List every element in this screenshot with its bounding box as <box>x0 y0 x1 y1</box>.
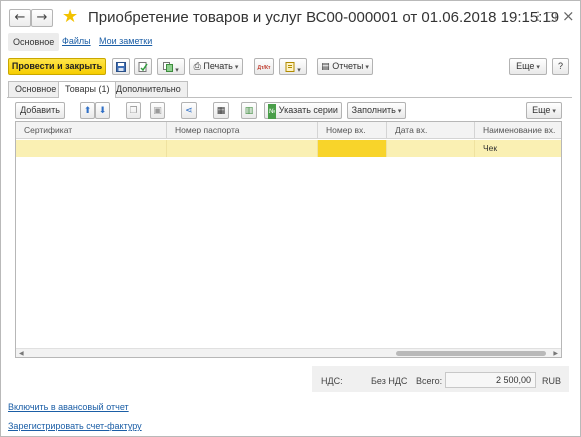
table-more-label: Еще <box>532 105 551 115</box>
back-button[interactable]: ← <box>9 9 31 27</box>
total-amount-field: 2 500,00 <box>445 372 536 388</box>
post-document-icon <box>138 62 148 72</box>
table-cell[interactable] <box>167 140 318 157</box>
save-icon <box>116 62 126 72</box>
section-notes-link[interactable]: Мои заметки <box>99 36 152 46</box>
move-up-button[interactable]: ⬆ <box>80 102 95 119</box>
table-cell[interactable]: Чек <box>475 140 561 157</box>
reports-button[interactable]: ▤ Отчеты ▾ <box>317 58 373 75</box>
document-window: ← → ★ Приобретение товаров и услуг ВС00-… <box>0 0 581 437</box>
copy-row-button[interactable]: ❐ <box>126 102 141 119</box>
page-title: Приобретение товаров и услуг ВС00-000001… <box>88 9 560 26</box>
scrollbar-thumb[interactable] <box>396 351 546 356</box>
chevron-down-icon: ▾ <box>536 63 540 71</box>
more-label: Еще <box>516 61 535 71</box>
column-header-incoming-number[interactable]: Номер вх. <box>318 122 387 139</box>
chevron-down-icon: ▾ <box>552 107 556 115</box>
chevron-down-icon: ▾ <box>175 66 179 74</box>
pick-from-list-button[interactable]: ▦ <box>213 102 229 119</box>
create-based-icon <box>163 62 174 72</box>
chevron-down-icon: ▾ <box>365 63 369 71</box>
column-header-passport[interactable]: Номер паспорта <box>167 122 318 139</box>
table-header: Сертификат Номер паспорта Номер вх. Дата… <box>16 122 561 139</box>
section-files-link[interactable]: Файлы <box>62 36 91 46</box>
include-in-advance-report-link[interactable]: Включить в авансовый отчет <box>8 402 129 412</box>
scroll-left-icon[interactable]: ◀ <box>19 349 24 357</box>
print-label: Печать <box>203 61 233 71</box>
register-invoice-link[interactable]: Зарегистрировать счет-фактуру <box>8 421 142 431</box>
post-and-close-button[interactable]: Провести и закрыть <box>8 58 106 75</box>
specify-series-button[interactable]: № Указать серии <box>264 102 342 119</box>
close-icon[interactable]: × <box>562 7 575 25</box>
create-based-on-button[interactable]: ▾ <box>157 58 185 75</box>
add-row-button[interactable]: Добавить <box>15 102 65 119</box>
selection-icon: ▦ <box>216 106 226 116</box>
arrow-right-icon: → <box>36 10 48 25</box>
debit-credit-button[interactable]: Дт/Кт <box>254 58 274 75</box>
fill-label: Заполнить <box>351 105 396 115</box>
arrow-left-icon: ← <box>14 10 26 25</box>
attachment-icon <box>285 62 295 72</box>
favorite-star-icon[interactable]: ★ <box>62 6 78 27</box>
more-button[interactable]: Еще ▾ <box>509 58 547 75</box>
fill-button[interactable]: Заполнить ▾ <box>347 102 406 119</box>
report-icon: ▤ <box>321 62 330 72</box>
table-cell[interactable] <box>387 140 475 157</box>
more-actions-icon[interactable]: ⋮ <box>532 9 544 23</box>
column-header-incoming-name[interactable]: Наименование вх. <box>475 122 561 139</box>
vat-label: НДС: <box>321 376 343 386</box>
post-button[interactable] <box>134 58 152 75</box>
help-button[interactable]: ? <box>552 58 569 75</box>
tab-goods[interactable]: Товары (1) <box>58 81 117 98</box>
printer-icon: ⎙ <box>193 62 201 72</box>
save-button[interactable] <box>112 58 130 75</box>
table-more-button[interactable]: Еще ▾ <box>526 102 562 119</box>
series-icon: № <box>268 104 277 119</box>
arrow-down-icon: ⬇ <box>98 106 107 116</box>
vat-value: Без НДС <box>371 376 408 386</box>
chevron-down-icon: ▾ <box>234 63 239 71</box>
scroll-right-icon[interactable]: ▶ <box>553 349 558 357</box>
paste-icon: ▣ <box>153 106 162 116</box>
currency-label: RUB <box>542 376 562 386</box>
chevron-down-icon: ▾ <box>397 107 402 115</box>
specify-series-label: Указать серии <box>278 105 338 115</box>
debit-credit-icon: Дт/Кт <box>257 65 271 71</box>
table-row[interactable]: Чек <box>16 140 561 157</box>
share-button[interactable]: ⋖ <box>181 102 197 119</box>
attach-file-button[interactable]: ▾ <box>279 58 307 75</box>
barcode-button[interactable]: ▥ <box>241 102 257 119</box>
maximize-icon[interactable]: □ <box>546 9 557 23</box>
table-cell-active[interactable] <box>318 140 387 157</box>
print-button[interactable]: ⎙ Печать ▾ <box>189 58 243 75</box>
tab-main[interactable]: Основное <box>8 81 64 97</box>
tab-extra[interactable]: Дополнительно <box>109 81 188 97</box>
total-label: Всего: <box>416 376 443 386</box>
arrow-up-icon: ⬆ <box>83 106 92 116</box>
move-down-button[interactable]: ⬇ <box>95 102 110 119</box>
share-icon: ⋖ <box>185 106 193 116</box>
table-cell[interactable] <box>16 140 167 157</box>
chevron-down-icon: ▾ <box>297 66 301 74</box>
barcode-icon: ▥ <box>244 106 254 116</box>
column-header-incoming-date[interactable]: Дата вх. <box>387 122 475 139</box>
goods-table[interactable]: Сертификат Номер паспорта Номер вх. Дата… <box>15 121 562 358</box>
forward-button[interactable]: → <box>31 9 53 27</box>
section-main[interactable]: Основное <box>8 33 60 51</box>
copy-icon: ❐ <box>129 106 138 116</box>
paste-button[interactable]: ▣ <box>150 102 165 119</box>
reports-label: Отчеты <box>332 61 364 71</box>
horizontal-scrollbar[interactable]: ◀ ▶ <box>16 348 561 357</box>
column-header-certificate[interactable]: Сертификат <box>16 122 167 139</box>
